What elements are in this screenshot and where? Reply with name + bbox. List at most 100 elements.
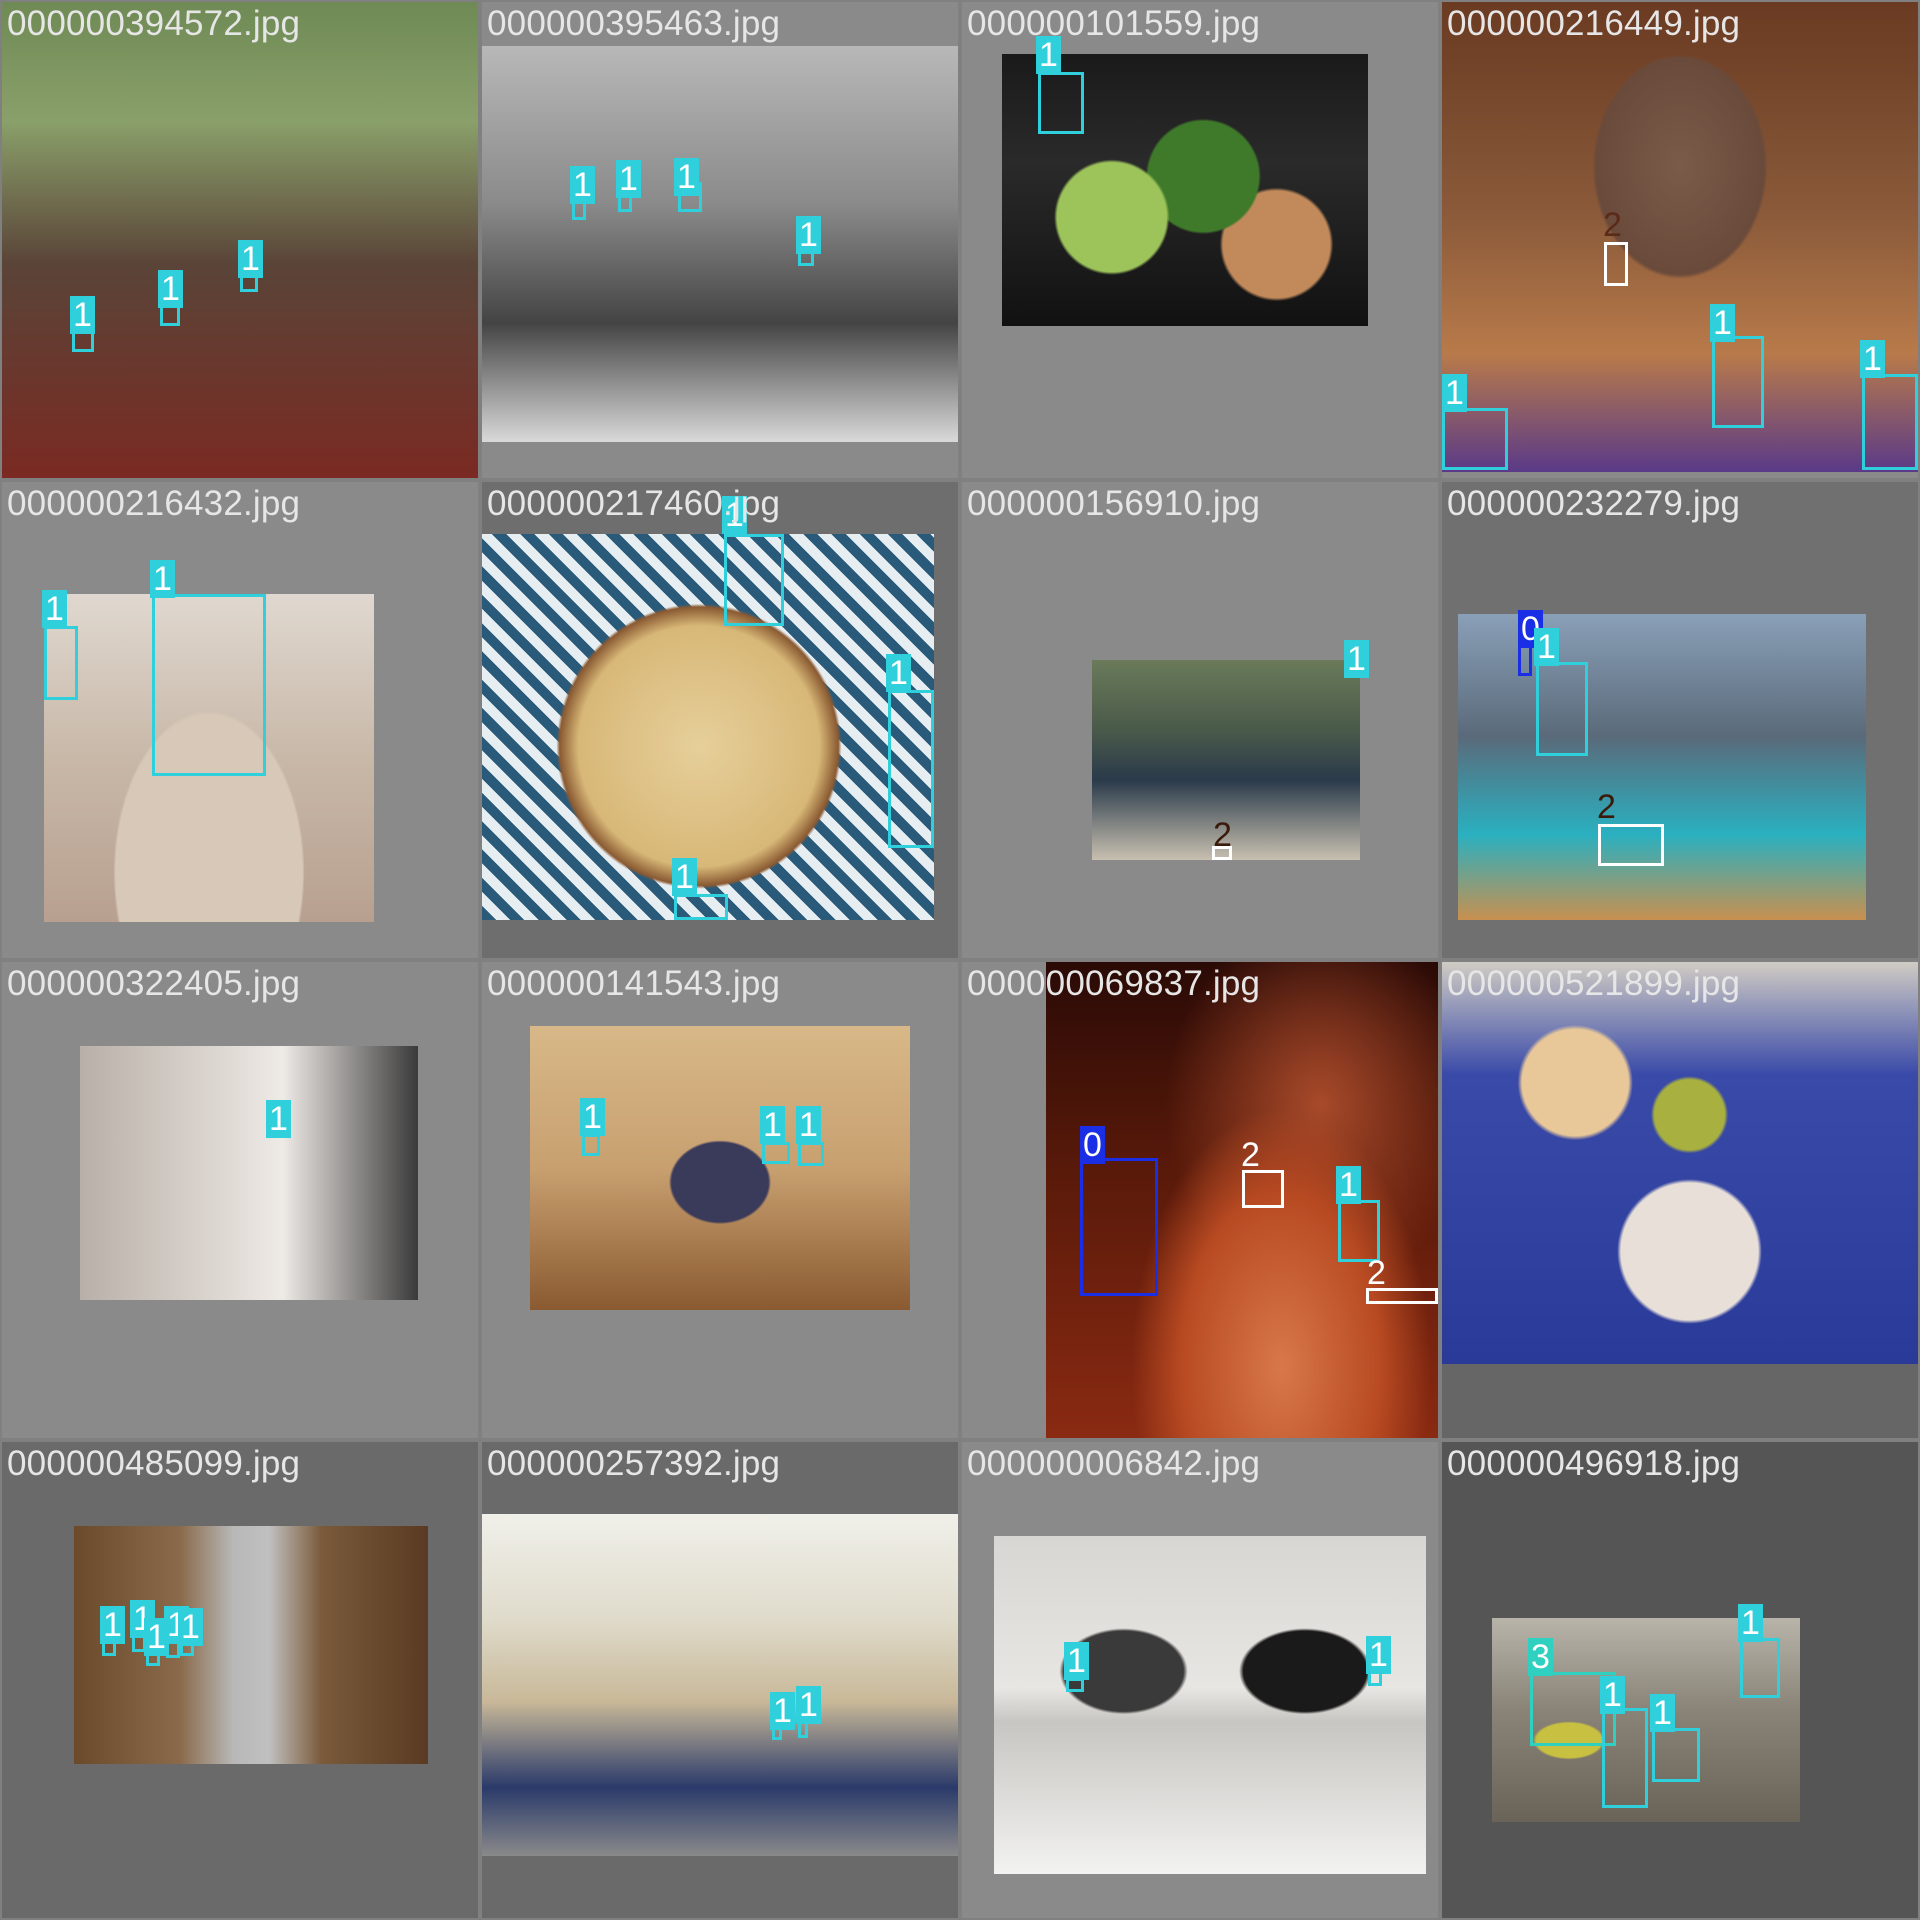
image-filename: 000000257392.jpg — [487, 1444, 781, 1483]
class-label: 1 — [1336, 1166, 1361, 1204]
tile-3: 1 000000101559.jpg — [962, 2, 1438, 478]
class-label: 1 — [796, 216, 821, 254]
detection-box — [1712, 336, 1764, 428]
photo-party-table — [1442, 962, 1918, 1364]
image-filename: 000000496918.jpg — [1447, 1444, 1741, 1483]
class-label: 1 — [1064, 1642, 1089, 1680]
class-label: 1 — [266, 1100, 291, 1138]
detection-box — [1604, 242, 1628, 286]
detection-box — [1598, 824, 1664, 866]
photo-cats-sinks — [994, 1536, 1426, 1874]
detection-box — [1080, 1158, 1158, 1296]
detection-box — [1536, 662, 1588, 756]
detection-box — [888, 690, 934, 848]
image-filename: 000000156910.jpg — [967, 484, 1261, 523]
tile-13: 1 1 1 1 1 000000485099.jpg — [2, 1442, 478, 1918]
class-label: 1 — [178, 1608, 203, 1646]
class-label: 1 — [580, 1098, 605, 1136]
class-label: 1 — [1738, 1604, 1763, 1642]
tile-6: 1 1 1 000000217460.jpg — [482, 482, 958, 958]
detection-box — [798, 1142, 824, 1166]
image-filename: 000000216449.jpg — [1447, 4, 1741, 43]
class-label: 2 — [1213, 816, 1232, 854]
class-label: 1 — [1366, 1636, 1391, 1674]
image-filename: 000000232279.jpg — [1447, 484, 1741, 523]
class-label: 1 — [1650, 1694, 1675, 1732]
tile-11: 0 2 1 2 000000069837.jpg — [962, 962, 1438, 1438]
tile-7: 1 2 000000156910.jpg — [962, 482, 1438, 958]
class-label: 1 — [760, 1106, 785, 1144]
detection-box — [1038, 72, 1084, 134]
class-label: 1 — [70, 296, 95, 334]
class-label: 1 — [42, 590, 67, 628]
mosaic-grid: 1 1 1 000000394572.jpg 1 1 1 1 000000395… — [0, 0, 1920, 1920]
detection-box — [1602, 1708, 1648, 1808]
detection-box — [724, 534, 784, 626]
tile-1: 1 1 1 000000394572.jpg — [2, 2, 478, 478]
class-label: 1 — [616, 160, 641, 198]
class-label: 1 — [796, 1686, 821, 1724]
class-label: 1 — [672, 858, 697, 896]
detection-box — [1242, 1170, 1284, 1208]
photo-kitchen-fridge — [74, 1526, 428, 1764]
detection-box — [674, 894, 728, 920]
image-filename: 000000216432.jpg — [7, 484, 301, 523]
class-label: 1 — [1860, 340, 1885, 378]
class-label: 1 — [1344, 640, 1369, 678]
class-label: 1 — [674, 158, 699, 196]
photo-hallway-kitchen — [80, 1046, 418, 1300]
detection-box — [1442, 408, 1508, 470]
image-filename: 000000069837.jpg — [967, 964, 1261, 1003]
class-label: 1 — [1600, 1676, 1625, 1714]
tile-4: 2 1 1 1 000000216449.jpg — [1442, 2, 1918, 478]
class-label: 2 — [1597, 788, 1616, 826]
photo-pizza-cutter — [482, 534, 934, 920]
image-filename: 000000217460.jpg — [487, 484, 781, 523]
image-filename: 000000322405.jpg — [7, 964, 301, 1003]
class-label: 1 — [886, 654, 911, 692]
class-label: 1 — [770, 1692, 795, 1730]
tile-15: 1 1 000000006842.jpg — [962, 1442, 1438, 1918]
tile-8: 0 1 2 000000232279.jpg — [1442, 482, 1918, 958]
class-label: 1 — [150, 560, 175, 598]
detection-box — [762, 1142, 790, 1164]
class-label: 1 — [100, 1606, 125, 1644]
image-filename: 000000521899.jpg — [1447, 964, 1741, 1003]
class-label: 1 — [158, 270, 183, 308]
tile-14: 1 1 000000257392.jpg — [482, 1442, 958, 1918]
image-filename: 000000395463.jpg — [487, 4, 781, 43]
class-label: 1 — [1710, 304, 1735, 342]
tile-10: 1 1 1 000000141543.jpg — [482, 962, 958, 1438]
class-label: 2 — [1603, 206, 1622, 244]
class-label: 0 — [1080, 1126, 1105, 1164]
tile-9: 1 000000322405.jpg — [2, 962, 478, 1438]
detection-box — [152, 594, 266, 776]
tile-12: 000000521899.jpg — [1442, 962, 1918, 1438]
detection-box — [1066, 1678, 1084, 1692]
photo-kitchen-chef — [482, 46, 958, 442]
image-filename: 000000394572.jpg — [7, 4, 301, 43]
image-filename: 000000141543.jpg — [487, 964, 781, 1003]
tile-2: 1 1 1 1 000000395463.jpg — [482, 2, 958, 478]
detection-box — [1740, 1638, 1780, 1698]
photo-family-pizza — [1442, 2, 1918, 472]
detection-box — [582, 1134, 600, 1156]
class-label: 1 — [1534, 628, 1559, 666]
photo-kitchen-family — [482, 1514, 958, 1856]
detection-box — [1338, 1200, 1380, 1262]
detection-box — [44, 626, 78, 700]
class-label: 1 — [570, 166, 595, 204]
image-filename: 000000485099.jpg — [7, 1444, 301, 1483]
class-label: 1 — [238, 240, 263, 278]
detection-box — [1862, 374, 1918, 470]
class-label: 3 — [1528, 1638, 1553, 1676]
class-label: 2 — [1367, 1254, 1386, 1292]
class-label: 2 — [1241, 1136, 1260, 1174]
detection-box — [1652, 1728, 1700, 1782]
image-filename: 000000006842.jpg — [967, 1444, 1261, 1483]
tile-16: 3 1 1 1 000000496918.jpg — [1442, 1442, 1918, 1918]
photo-man-striped-sweater — [530, 1026, 910, 1310]
tile-5: 1 1 000000216432.jpg — [2, 482, 478, 958]
class-label: 1 — [796, 1106, 821, 1144]
class-label: 1 — [1442, 374, 1467, 412]
